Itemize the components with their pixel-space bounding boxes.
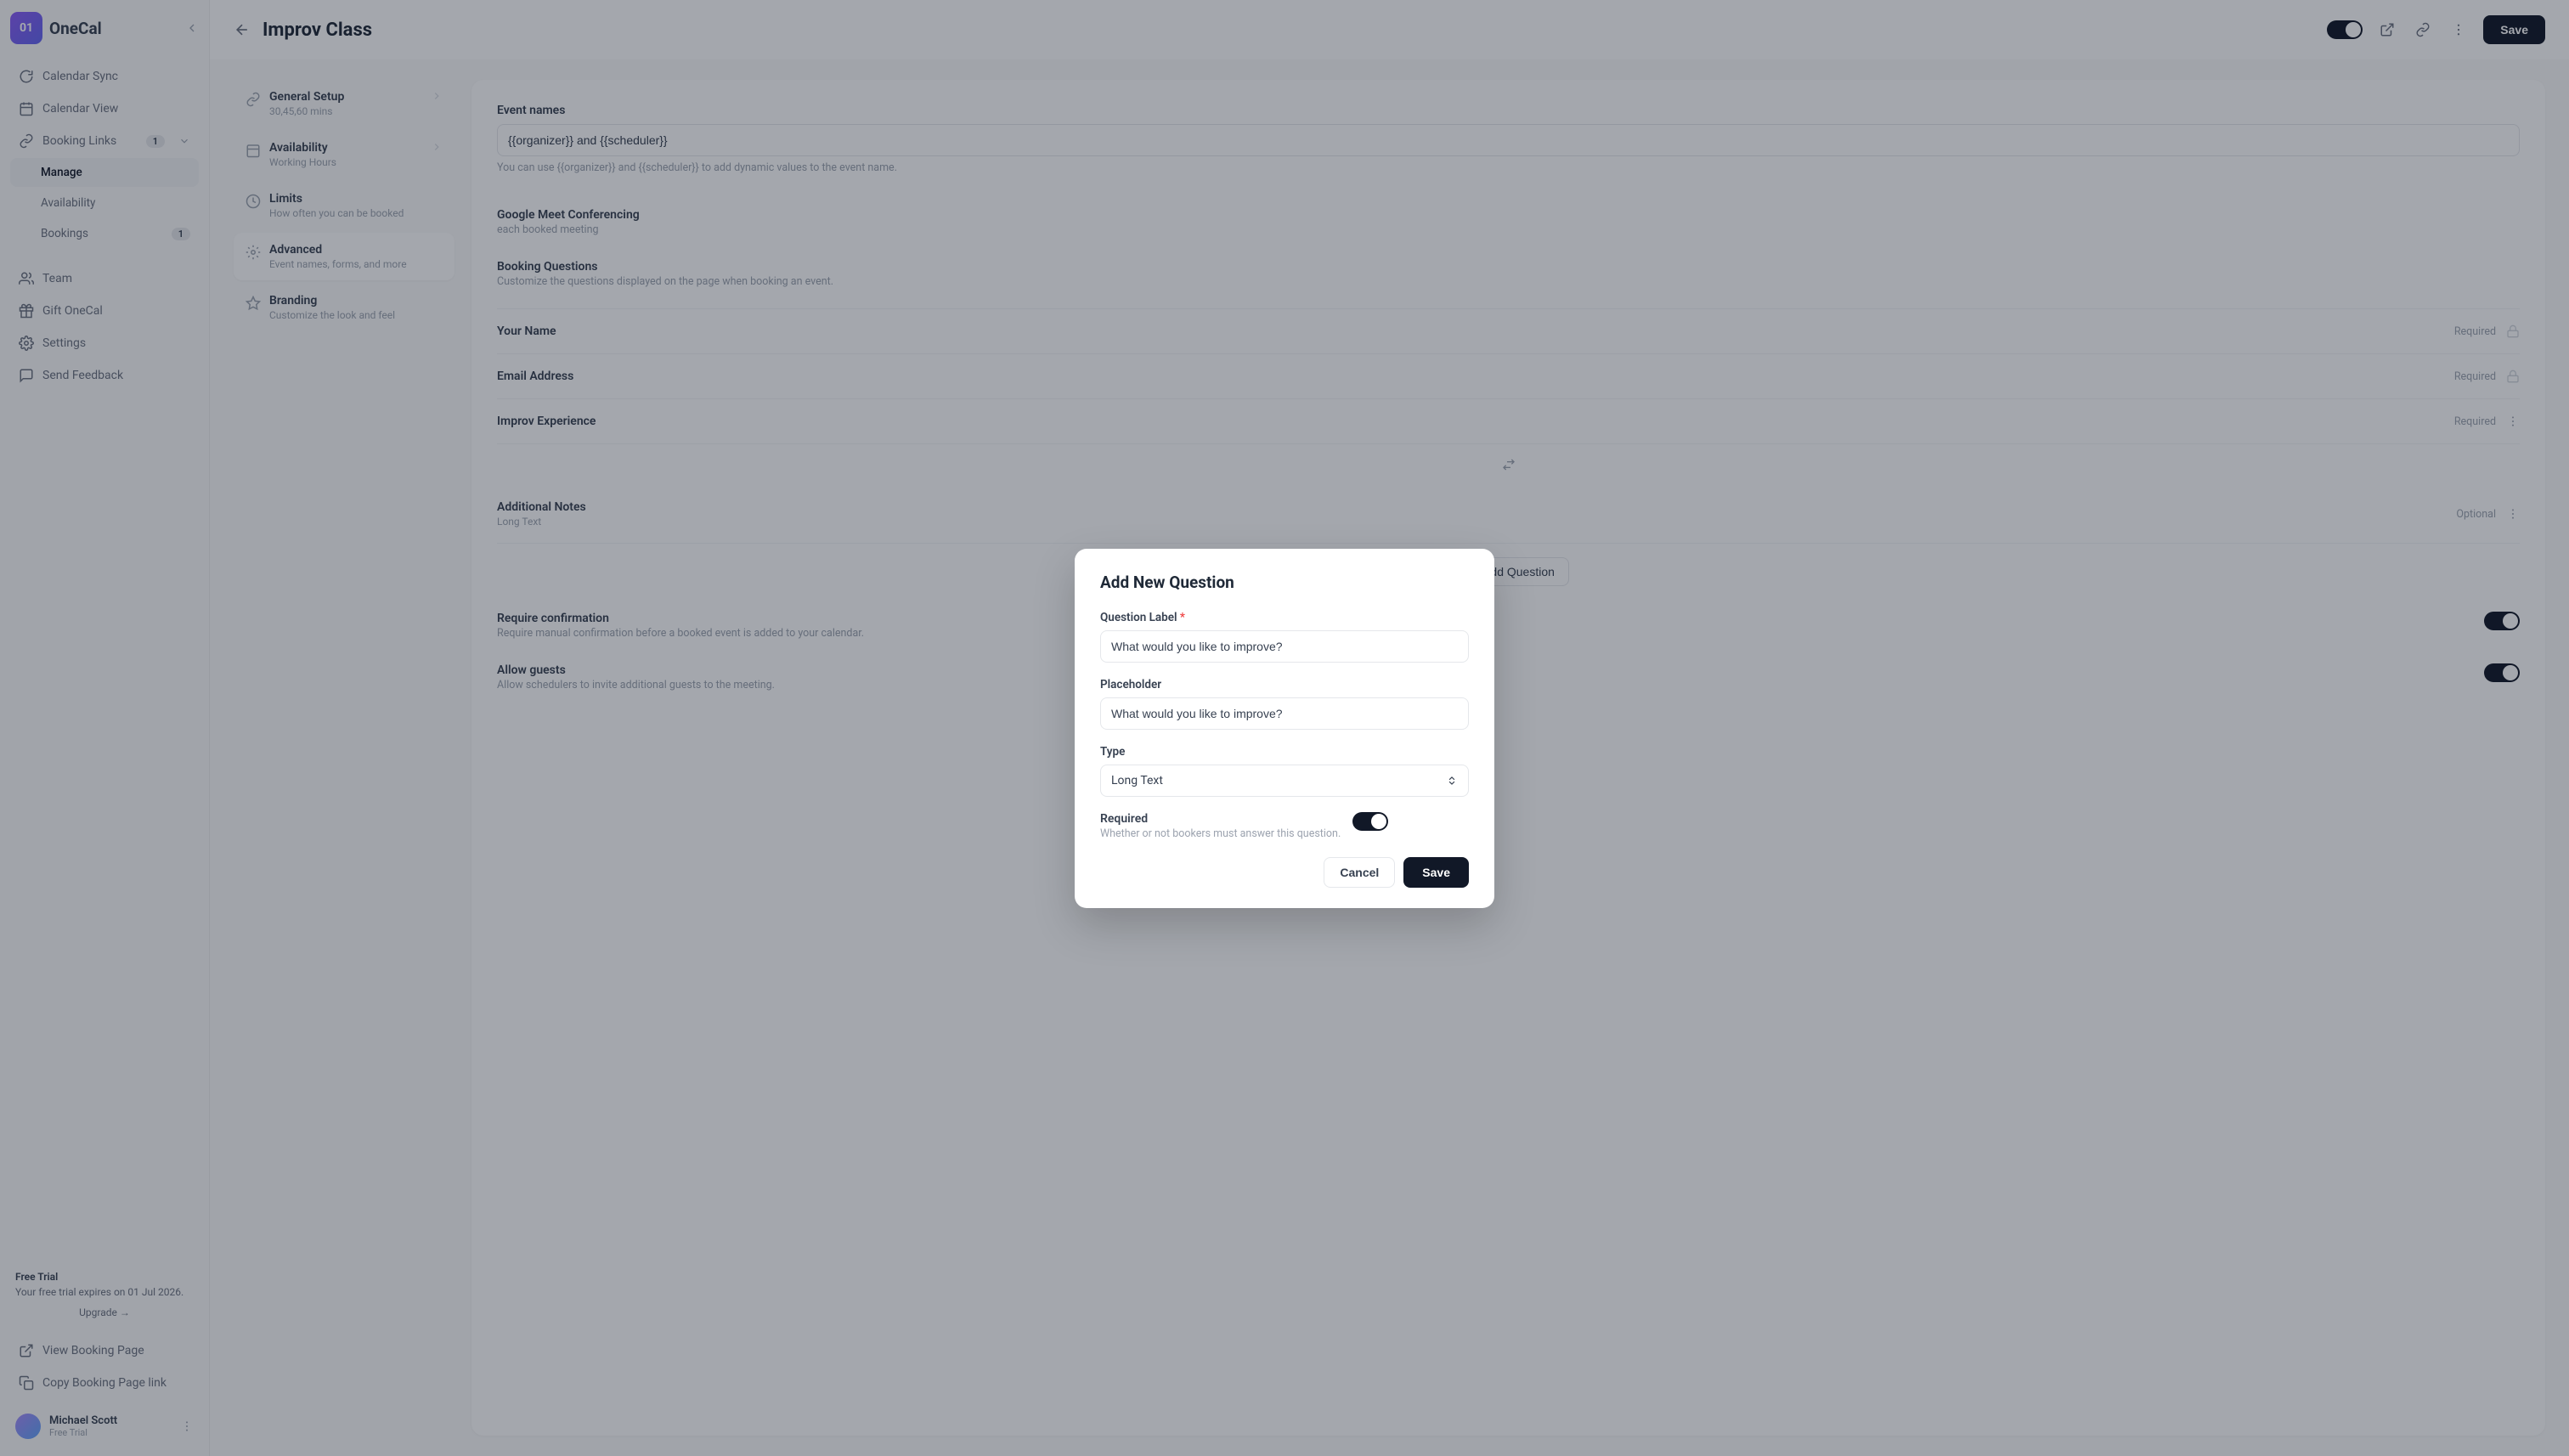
required-toggle[interactable] [1352,812,1388,831]
select-chevron-icon [1446,775,1458,787]
required-desc: Whether or not bookers must answer this … [1100,827,1341,840]
type-label: Type [1100,745,1469,759]
type-select[interactable]: Long Text [1100,765,1469,797]
question-label-input[interactable] [1100,630,1469,663]
required-title: Required [1100,812,1341,826]
question-label-text: Question Label [1100,611,1177,624]
placeholder-label: Placeholder [1100,678,1469,691]
placeholder-input[interactable] [1100,697,1469,730]
cancel-button[interactable]: Cancel [1324,857,1395,888]
add-question-modal: Add New Question Question Label * Placeh… [1075,549,1494,908]
type-value: Long Text [1111,774,1163,787]
question-label-label: Question Label * [1100,611,1469,624]
required-asterisk: * [1180,611,1185,624]
modal-overlay[interactable]: Add New Question Question Label * Placeh… [0,0,2569,1456]
modal-save-button[interactable]: Save [1403,857,1469,888]
modal-title: Add New Question [1100,573,1469,592]
